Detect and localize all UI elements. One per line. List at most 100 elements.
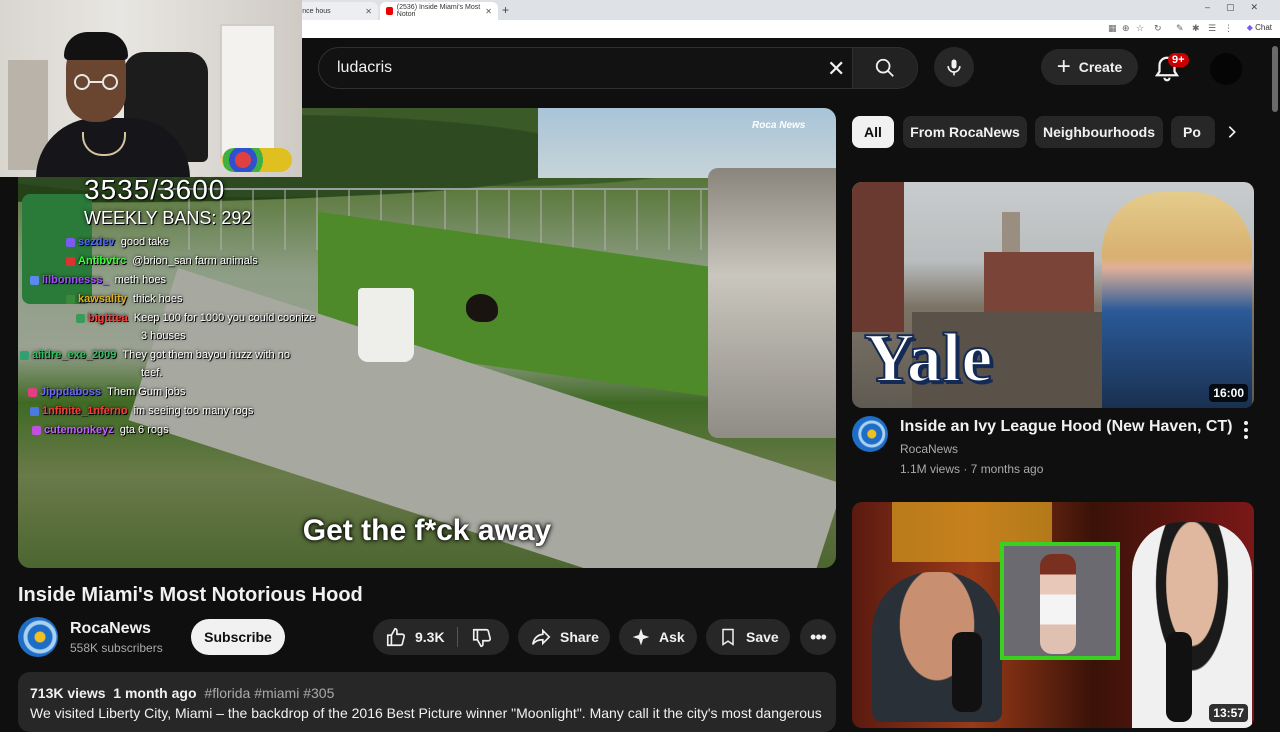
- streamer-webcam: [0, 0, 302, 177]
- chip-partial[interactable]: Po: [1171, 116, 1215, 148]
- chat-badge-icon: [76, 313, 85, 323]
- chat-line: 1nfinite_1nferno im seeing too many rogs: [30, 405, 253, 417]
- microphone-icon: [1166, 632, 1192, 722]
- more-options-icon[interactable]: [1238, 420, 1254, 440]
- video-bucket: [358, 288, 414, 362]
- thumb-person: [872, 572, 1002, 722]
- chat-user: sezdev: [78, 236, 115, 248]
- chat-badge-icon: [66, 294, 75, 304]
- save-button[interactable]: Save: [706, 619, 790, 655]
- chat-badge-icon: [30, 275, 39, 285]
- chat-user: bigtttea: [88, 312, 128, 324]
- chat-button[interactable]: ◆ Chat: [1247, 23, 1272, 32]
- more-dots-icon: •••: [810, 626, 827, 647]
- chat-user: aiidre_exe_2009: [32, 349, 117, 361]
- chip-neighbourhoods[interactable]: Neighbourhoods: [1035, 116, 1163, 148]
- new-tab-icon[interactable]: +: [502, 3, 509, 17]
- page-scrollbar[interactable]: [1272, 46, 1278, 112]
- description-box[interactable]: 713K views 1 month ago #florida #miami #…: [18, 672, 836, 732]
- create-button[interactable]: + Create: [1041, 49, 1138, 85]
- zoom-icon[interactable]: ⊕: [1122, 23, 1130, 34]
- refresh-icon[interactable]: ↻: [1154, 23, 1162, 34]
- chat-badge-icon: [66, 237, 75, 247]
- chat-badge-icon: [28, 387, 37, 397]
- chips-next-button[interactable]: [1214, 116, 1250, 148]
- share-label: Share: [560, 629, 599, 645]
- video-chicken: [466, 294, 498, 322]
- tab-close-icon[interactable]: ✕: [365, 7, 372, 16]
- save-label: Save: [746, 629, 779, 645]
- chat-message: meth hoes: [114, 274, 167, 286]
- share-button[interactable]: Share: [518, 619, 610, 655]
- video-duration: 13:57: [1209, 704, 1248, 722]
- thumb-building: [984, 252, 1094, 312]
- view-count: 713K views: [30, 685, 106, 701]
- tab-close-icon[interactable]: ✕: [485, 7, 492, 16]
- recommended-channel-name[interactable]: RocaNews: [900, 442, 958, 456]
- chat-badge-icon: [30, 406, 39, 416]
- chat-user: Jippdaboss: [40, 386, 102, 398]
- sub-goal-counter: 3535/3600: [84, 174, 226, 205]
- like-button[interactable]: 9.3K: [385, 626, 445, 648]
- video-trash-bin: [22, 194, 92, 304]
- profile-icon[interactable]: ☰: [1208, 23, 1216, 34]
- chat-message: Keep 100 for 1000 you could coonize: [133, 312, 316, 324]
- account-avatar[interactable]: [1210, 53, 1242, 85]
- recommended-video-title[interactable]: Inside an Ivy League Hood (New Haven, CT…: [900, 418, 1233, 436]
- chat-user: lilbonnesss_: [42, 274, 109, 286]
- recommended-thumbnail[interactable]: Yale 16:00: [852, 182, 1254, 408]
- description-stats: 713K views 1 month ago #florida #miami #…: [30, 685, 334, 701]
- extensions-puzzle-icon[interactable]: ✱: [1192, 23, 1200, 34]
- chat-line: 3 houses: [141, 330, 186, 342]
- search-input[interactable]: [335, 58, 819, 78]
- like-dislike-group: 9.3K: [373, 619, 509, 655]
- notification-badge: 9+: [1168, 53, 1189, 67]
- hashtags[interactable]: #florida #miami #305: [204, 685, 334, 701]
- video-caption: Get the f*ck away: [302, 514, 552, 547]
- more-actions-button[interactable]: •••: [800, 619, 836, 655]
- chat-message: Them Gum jobs: [107, 386, 186, 398]
- chat-message: good take: [120, 236, 170, 248]
- voice-search-button[interactable]: [934, 47, 974, 87]
- chip-all[interactable]: All: [852, 116, 894, 148]
- subscribe-button[interactable]: Subscribe: [191, 619, 285, 655]
- chat-line: cutemonkeyz gta 6 rogs: [32, 424, 169, 436]
- recommended-video-meta: 1.1M views · 7 months ago: [900, 462, 1044, 476]
- thumbnail-title-text: Yale: [863, 320, 993, 397]
- video-title: Inside Miami's Most Notorious Hood: [18, 584, 363, 606]
- browser-tab-2[interactable]: (2536) Inside Miami's Most Notori ✕: [380, 2, 498, 20]
- chevron-right-icon: [1228, 126, 1236, 138]
- search-button[interactable]: [852, 48, 917, 88]
- window-controls[interactable]: –▢✕: [1205, 2, 1274, 13]
- like-divider: [457, 627, 458, 647]
- chat-line: Jippdaboss Them Gum jobs: [28, 386, 185, 398]
- webcam-door: [220, 24, 276, 158]
- subscriber-count: 558K subscribers: [70, 641, 163, 655]
- microphone-icon: [952, 632, 982, 712]
- thumbs-down-icon[interactable]: [471, 627, 493, 649]
- chat-line: lilbonnesss_ meth hoes: [30, 274, 166, 286]
- like-count: 9.3K: [415, 629, 445, 645]
- chat-user: kawsality: [78, 293, 127, 305]
- channel-avatar[interactable]: [852, 416, 888, 452]
- bookmark-star-icon[interactable]: ☆: [1136, 23, 1144, 34]
- chip-from-rocanews[interactable]: From RocaNews: [903, 116, 1027, 148]
- video-duration: 16:00: [1209, 384, 1248, 402]
- webcam-toy: [222, 148, 292, 172]
- menu-icon[interactable]: ⋮: [1224, 23, 1233, 34]
- chat-badge-icon: [20, 350, 29, 360]
- chat-label: Chat: [1255, 23, 1272, 32]
- thumb-person: [1132, 522, 1252, 728]
- channel-name[interactable]: RocaNews: [70, 620, 151, 638]
- translate-icon[interactable]: ▦: [1108, 23, 1117, 34]
- ask-button[interactable]: Ask: [619, 619, 697, 655]
- recommended-thumbnail[interactable]: 13:57: [852, 502, 1254, 728]
- create-label: Create: [1078, 59, 1123, 75]
- description-text: We visited Liberty City, Miami – the bac…: [30, 705, 822, 721]
- channel-avatar[interactable]: [18, 617, 58, 657]
- youtube-favicon-icon: [386, 7, 393, 15]
- thumb-person: [1102, 192, 1252, 408]
- chat-user: Antibvtrc: [78, 255, 127, 267]
- clear-search-icon[interactable]: ✕: [827, 56, 845, 82]
- extension-icon[interactable]: ✎: [1176, 23, 1184, 34]
